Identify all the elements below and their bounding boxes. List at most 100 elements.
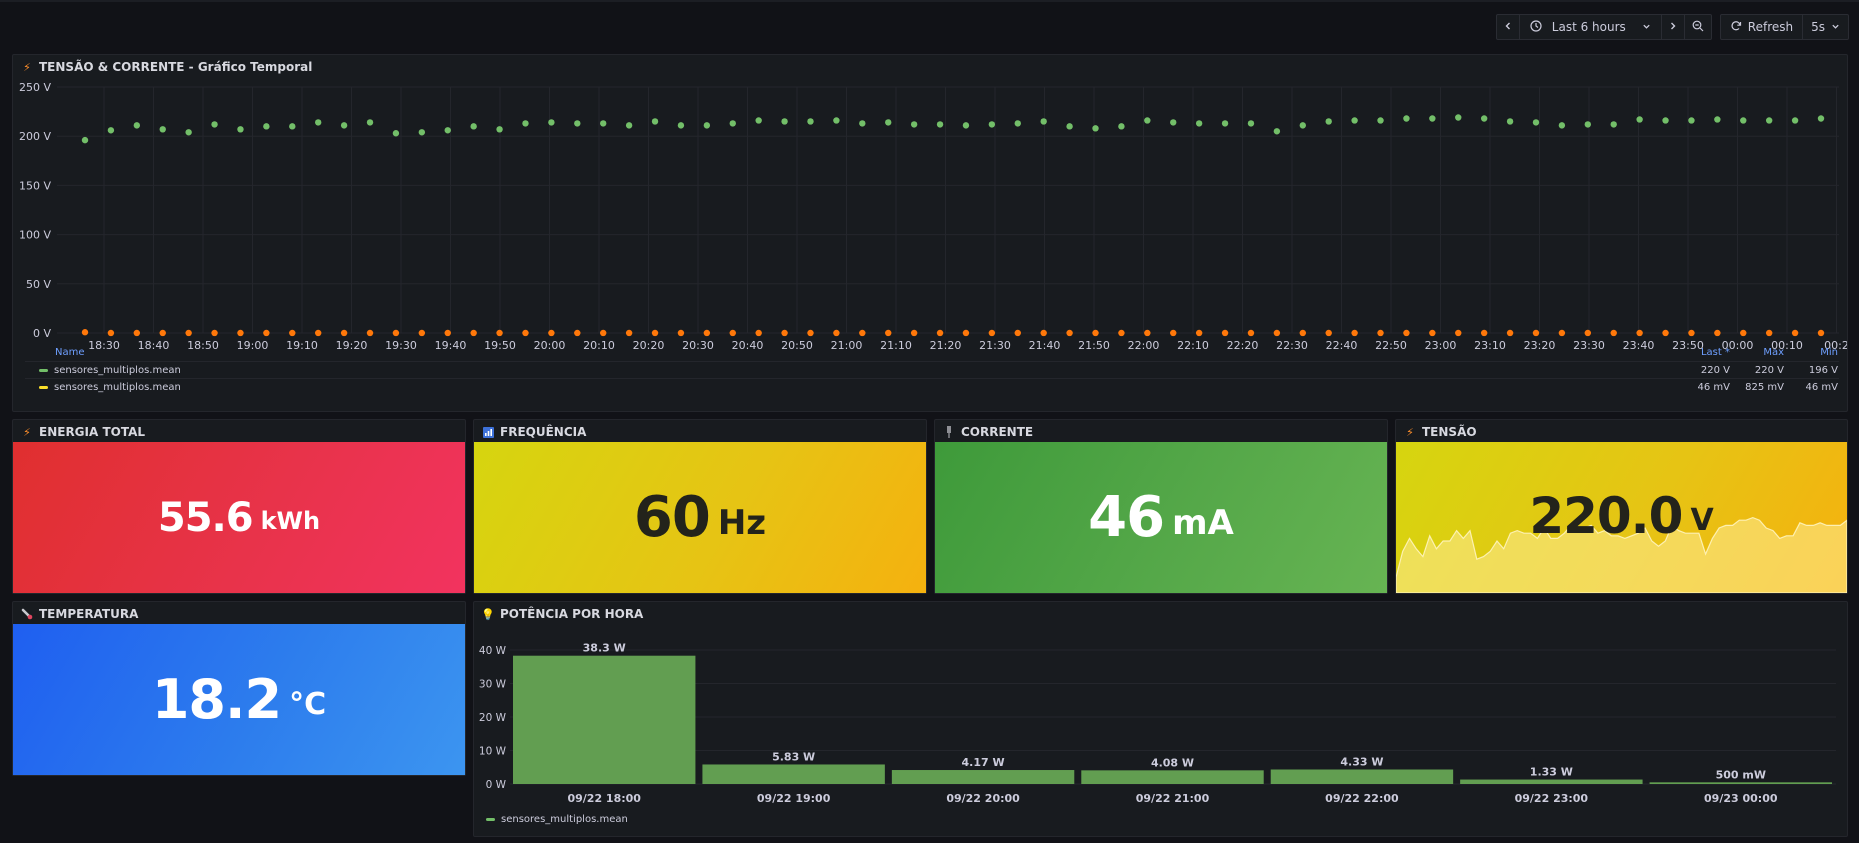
data-point <box>1584 329 1592 337</box>
data-point <box>781 329 788 337</box>
stat-value: 46 <box>1088 485 1165 550</box>
time-range-forward-button[interactable] <box>1662 15 1685 39</box>
legend-max: 825 mV <box>1745 381 1784 393</box>
stat-panel-corrente: CORRENTE 46 mA <box>934 419 1388 594</box>
data-point <box>910 121 918 128</box>
refresh-interval-picker[interactable]: 5s <box>1803 15 1848 39</box>
data-point <box>755 329 762 337</box>
panel-title[interactable]: ⚡ ENERGIA TOTAL <box>21 425 145 439</box>
data-point <box>366 329 374 337</box>
data-point <box>1714 329 1721 337</box>
data-point <box>1662 117 1669 124</box>
legend-header-min[interactable]: Min <box>1793 347 1838 358</box>
data-point <box>237 126 244 133</box>
stat-body: 55.6 kWh <box>13 442 465 593</box>
bar-data-label: 1.33 W <box>1530 766 1573 779</box>
y-tick-label: 50 V <box>26 278 51 291</box>
legend-series-name: sensores_multiplos.mean <box>54 364 181 376</box>
data-point <box>1040 118 1047 125</box>
data-point <box>1299 122 1306 129</box>
stat-unit: V <box>1690 503 1714 538</box>
data-point <box>1144 329 1151 337</box>
stat-title: FREQUÊNCIA <box>500 425 587 439</box>
data-point <box>81 136 89 144</box>
power-title: POTÊNCIA POR HORA <box>500 607 644 621</box>
bolt-icon: ⚡ <box>23 60 31 74</box>
data-point <box>1662 329 1669 337</box>
data-point <box>1221 329 1229 337</box>
dashboard-toolbar: Last 6 hours Refresh 5s <box>1495 14 1849 40</box>
bar-data-label: 38.3 W <box>583 642 626 655</box>
bar-chart-icon <box>482 426 494 438</box>
panel-title[interactable]: TEMPERATURA <box>21 607 138 621</box>
data-point <box>1299 329 1306 337</box>
data-point <box>1325 329 1332 337</box>
stat-body: 46 mA <box>935 442 1387 593</box>
data-point <box>1066 123 1073 130</box>
time-range-picker[interactable]: Last 6 hours <box>1520 15 1662 39</box>
chevron-right-icon <box>1668 20 1678 34</box>
power-legend[interactable]: sensores_multiplos.mean <box>484 814 628 825</box>
data-point <box>1817 115 1825 122</box>
data-point <box>1247 329 1255 337</box>
legend-last: 46 mV <box>1697 381 1731 393</box>
data-point <box>1195 329 1203 337</box>
legend-header-name[interactable]: Name <box>55 347 85 358</box>
data-point <box>418 129 426 136</box>
x-tick-label: 09/22 23:00 <box>1515 792 1589 805</box>
time-picker-group: Last 6 hours <box>1495 14 1712 40</box>
power-bar-chart[interactable]: 40 W 30 W 20 W 10 W 0 W 38.3 W 09/22 18:00 5.83… <box>474 624 1847 806</box>
panel-title[interactable]: CORRENTE <box>943 425 1033 439</box>
data-point <box>340 329 348 337</box>
zoom-out-button[interactable] <box>1685 15 1711 39</box>
legend-header-max[interactable]: Max <box>1739 347 1784 358</box>
panel-title[interactable]: ⚡ TENSÃO <box>1404 425 1476 439</box>
bar <box>513 655 696 784</box>
chevron-left-icon <box>1503 20 1513 34</box>
data-point <box>1506 118 1514 125</box>
data-point <box>237 329 244 337</box>
data-point <box>1584 121 1592 128</box>
data-point <box>1558 122 1566 129</box>
legend-header: Name Last * Max Min <box>25 347 1839 361</box>
x-tick-label: 09/22 20:00 <box>946 792 1020 805</box>
legend-table: Name Last * Max Min sensores_multiplos.m… <box>25 347 1839 395</box>
data-point <box>1506 329 1514 337</box>
timeseries-chart[interactable]: 250 V200 V150 V100 V50 V0 V18:30 18:40 18:… <box>13 77 1847 367</box>
legend-max: 220 V <box>1754 364 1784 376</box>
legend-row[interactable]: sensores_multiplos.mean 220 V 220 V 196 … <box>25 361 1839 378</box>
data-point <box>1636 116 1643 123</box>
data-point <box>289 329 296 337</box>
data-point <box>444 329 451 337</box>
data-point <box>470 123 477 130</box>
stat-title: CORRENTE <box>961 425 1034 439</box>
legend-row[interactable]: sensores_multiplos.mean 46 mV 825 mV 46 … <box>25 378 1839 395</box>
panel-title[interactable]: FREQUÊNCIA <box>482 425 586 439</box>
panel-title[interactable]: ⚡ TENSÃO & CORRENTE - Gráfico Temporal <box>21 60 312 74</box>
data-point <box>1170 119 1177 126</box>
time-range-label: Last 6 hours <box>1551 20 1626 34</box>
data-point <box>1740 117 1747 124</box>
data-point <box>1688 329 1695 337</box>
data-point <box>1351 117 1358 124</box>
y-tick-label: 20 W <box>479 712 507 724</box>
data-point <box>133 122 141 129</box>
legend-series-name: sensores_multiplos.mean <box>54 381 181 393</box>
bolt-icon: ⚡ <box>23 425 31 439</box>
data-point <box>1273 128 1281 135</box>
stat-body: 60 Hz <box>474 442 926 593</box>
time-range-back-button[interactable] <box>1497 15 1520 39</box>
data-point <box>185 329 192 337</box>
data-point <box>1817 329 1825 337</box>
refresh-label: Refresh <box>1747 20 1794 34</box>
data-point <box>625 122 633 129</box>
data-point <box>988 121 996 128</box>
panel-title[interactable]: 💡 POTÊNCIA POR HORA <box>481 607 644 621</box>
refresh-button[interactable]: Refresh <box>1721 15 1804 39</box>
data-point <box>470 329 477 337</box>
data-point <box>522 120 529 127</box>
bar <box>1081 770 1264 784</box>
data-point <box>1765 117 1773 124</box>
legend-header-last[interactable]: Last * <box>1685 347 1730 358</box>
zoom-out-icon <box>1692 20 1704 35</box>
